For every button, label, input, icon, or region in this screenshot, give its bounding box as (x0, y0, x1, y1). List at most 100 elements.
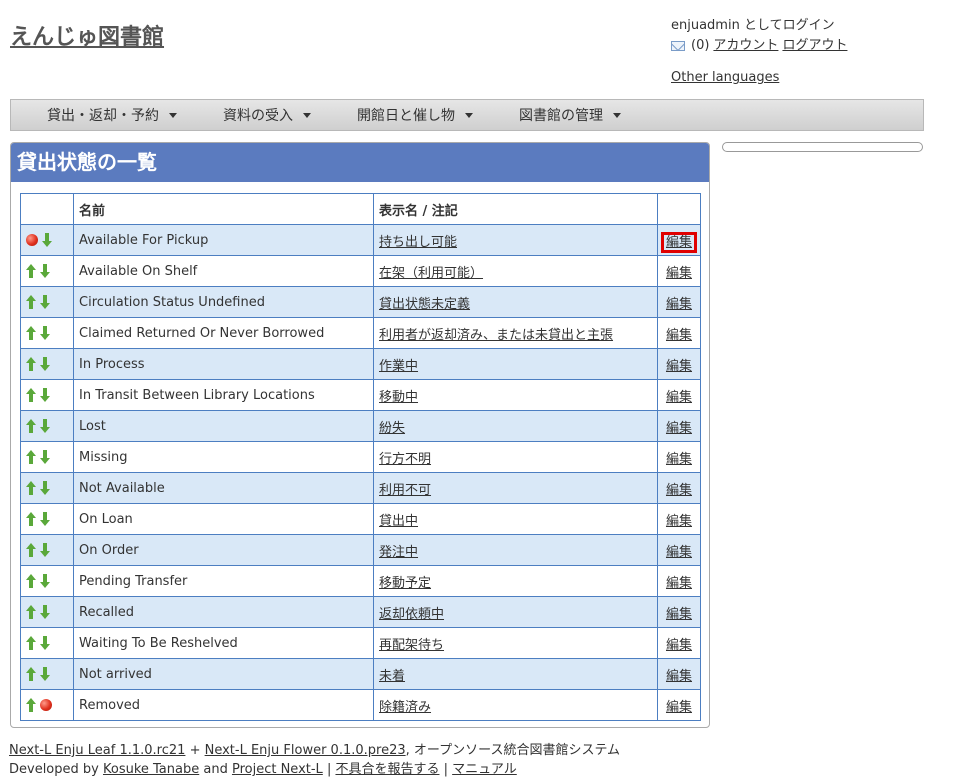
login-box: enjuadmin としてログイン (0) アカウント ログアウト (671, 16, 847, 56)
arrow-down-icon[interactable] (40, 481, 50, 495)
arrow-up-icon[interactable] (26, 450, 36, 464)
display-name-link[interactable]: 利用者が返却済み、または未貸出と主張 (379, 328, 613, 343)
arrow-down-icon[interactable] (40, 357, 50, 371)
arrow-up-icon[interactable] (26, 605, 36, 619)
status-name: In Process (73, 348, 374, 380)
display-name-link[interactable]: 利用不可 (379, 483, 431, 498)
display-name-cell: 利用不可 (373, 472, 658, 504)
edit-link[interactable]: 編集 (666, 452, 692, 467)
arrow-up-icon[interactable] (26, 698, 36, 712)
arrow-up-icon[interactable] (26, 512, 36, 526)
arrow-up-icon[interactable] (26, 636, 36, 650)
report-bug-link[interactable]: 不具合を報告する (335, 762, 439, 777)
edit-link[interactable]: 編集 (666, 638, 692, 653)
edit-link[interactable]: 編集 (666, 266, 692, 281)
row-icons-cell (20, 689, 74, 721)
header-display-name: 表示名 / 注記 (373, 193, 658, 225)
arrow-up-icon[interactable] (26, 574, 36, 588)
display-name-link[interactable]: 除籍済み (379, 700, 431, 715)
row-icons-cell (20, 379, 74, 411)
arrow-down-icon[interactable] (40, 636, 50, 650)
edit-link[interactable]: 編集 (666, 514, 692, 529)
status-name: Available For Pickup (73, 224, 374, 256)
display-name-link[interactable]: 移動中 (379, 390, 418, 405)
arrow-up-icon[interactable] (26, 295, 36, 309)
nav-admin[interactable]: 図書館の管理 (519, 105, 621, 125)
arrow-up-icon[interactable] (26, 326, 36, 340)
edit-link[interactable]: 編集 (666, 576, 692, 591)
caret-down-icon (613, 112, 621, 118)
arrow-down-icon[interactable] (40, 295, 50, 309)
arrow-up-icon[interactable] (26, 388, 36, 402)
arrow-up-icon[interactable] (26, 481, 36, 495)
edit-link[interactable]: 編集 (666, 669, 692, 684)
edit-link[interactable]: 編集 (666, 483, 692, 498)
arrow-up-icon[interactable] (26, 419, 36, 433)
arrow-down-icon[interactable] (40, 419, 50, 433)
display-name-link[interactable]: 貸出状態未定義 (379, 297, 470, 312)
arrow-down-icon[interactable] (40, 574, 50, 588)
kosuke-tanabe-link[interactable]: Kosuke Tanabe (103, 762, 199, 777)
mail-count: (0) (691, 38, 710, 53)
display-name-link[interactable]: 移動予定 (379, 576, 431, 591)
arrow-down-icon[interactable] (40, 667, 50, 681)
nav-events[interactable]: 開館日と催し物 (357, 105, 473, 125)
table-row: Circulation Status Undefined 貸出状態未定義 編集 (20, 286, 701, 318)
arrow-up-icon[interactable] (26, 543, 36, 557)
other-languages-link[interactable]: Other languages (671, 70, 779, 85)
display-name-link[interactable]: 返却依頼中 (379, 607, 444, 622)
nav-acquisition[interactable]: 資料の受入 (223, 105, 311, 125)
edit-link[interactable]: 編集 (666, 545, 692, 560)
edit-link[interactable]: 編集 (666, 297, 692, 312)
arrow-down-icon[interactable] (40, 543, 50, 557)
footer-plus: + (185, 743, 205, 758)
enju-leaf-link[interactable]: Next-L Enju Leaf 1.1.0.rc21 (9, 743, 185, 758)
caret-down-icon (303, 112, 311, 118)
arrow-down-icon[interactable] (42, 233, 52, 247)
arrow-up-icon[interactable] (26, 667, 36, 681)
display-name-cell: 除籍済み (373, 689, 658, 721)
content-panel: 貸出状態の一覧 名前 表示名 / 注記 Available For Pickup… (10, 142, 710, 728)
arrow-up-icon[interactable] (26, 264, 36, 278)
enju-flower-link[interactable]: Next-L Enju Flower 0.1.0.pre23 (205, 743, 406, 758)
display-name-link[interactable]: 貸出中 (379, 514, 418, 529)
display-name-link[interactable]: 在架（利用可能） (379, 266, 483, 281)
arrow-down-icon[interactable] (40, 326, 50, 340)
display-name-link[interactable]: 行方不明 (379, 452, 431, 467)
edit-link[interactable]: 編集 (660, 231, 698, 253)
account-link[interactable]: アカウント (713, 36, 778, 56)
display-name-link[interactable]: 紛失 (379, 421, 405, 436)
display-name-link[interactable]: 作業中 (379, 359, 418, 374)
display-name-cell: 利用者が返却済み、または未貸出と主張 (373, 317, 658, 349)
display-name-link[interactable]: 持ち出し可能 (379, 235, 457, 250)
sidebar-box (722, 142, 923, 152)
manual-link[interactable]: マニュアル (452, 762, 517, 777)
edit-link[interactable]: 編集 (666, 700, 692, 715)
display-name-link[interactable]: 未着 (379, 669, 405, 684)
nav-circulation-label: 貸出・返却・予約 (47, 108, 159, 124)
arrow-down-icon[interactable] (40, 450, 50, 464)
edit-link[interactable]: 編集 (666, 421, 692, 436)
status-name: Not arrived (73, 658, 374, 690)
arrow-down-icon[interactable] (40, 512, 50, 526)
status-name: Not Available (73, 472, 374, 504)
display-name-link[interactable]: 再配架待ち (379, 638, 444, 653)
arrow-up-icon[interactable] (26, 357, 36, 371)
arrow-down-icon[interactable] (40, 388, 50, 402)
edit-link[interactable]: 編集 (666, 607, 692, 622)
footer-tagline: , オープンソース統合図書館システム (405, 743, 621, 758)
logout-link[interactable]: ログアウト (782, 36, 847, 56)
edit-link[interactable]: 編集 (666, 328, 692, 343)
nav-circulation[interactable]: 貸出・返却・予約 (47, 105, 177, 125)
edit-link[interactable]: 編集 (666, 359, 692, 374)
edit-link[interactable]: 編集 (666, 390, 692, 405)
arrow-down-icon[interactable] (40, 605, 50, 619)
edit-cell: 編集 (657, 348, 701, 380)
header-icons (20, 193, 74, 225)
display-name-link[interactable]: 発注中 (379, 545, 418, 560)
edit-cell: 編集 (657, 410, 701, 442)
arrow-down-icon[interactable] (40, 264, 50, 278)
site-title[interactable]: えんじゅ図書館 (10, 19, 164, 51)
mail-icon[interactable] (671, 41, 685, 51)
project-next-l-link[interactable]: Project Next-L (232, 762, 323, 777)
